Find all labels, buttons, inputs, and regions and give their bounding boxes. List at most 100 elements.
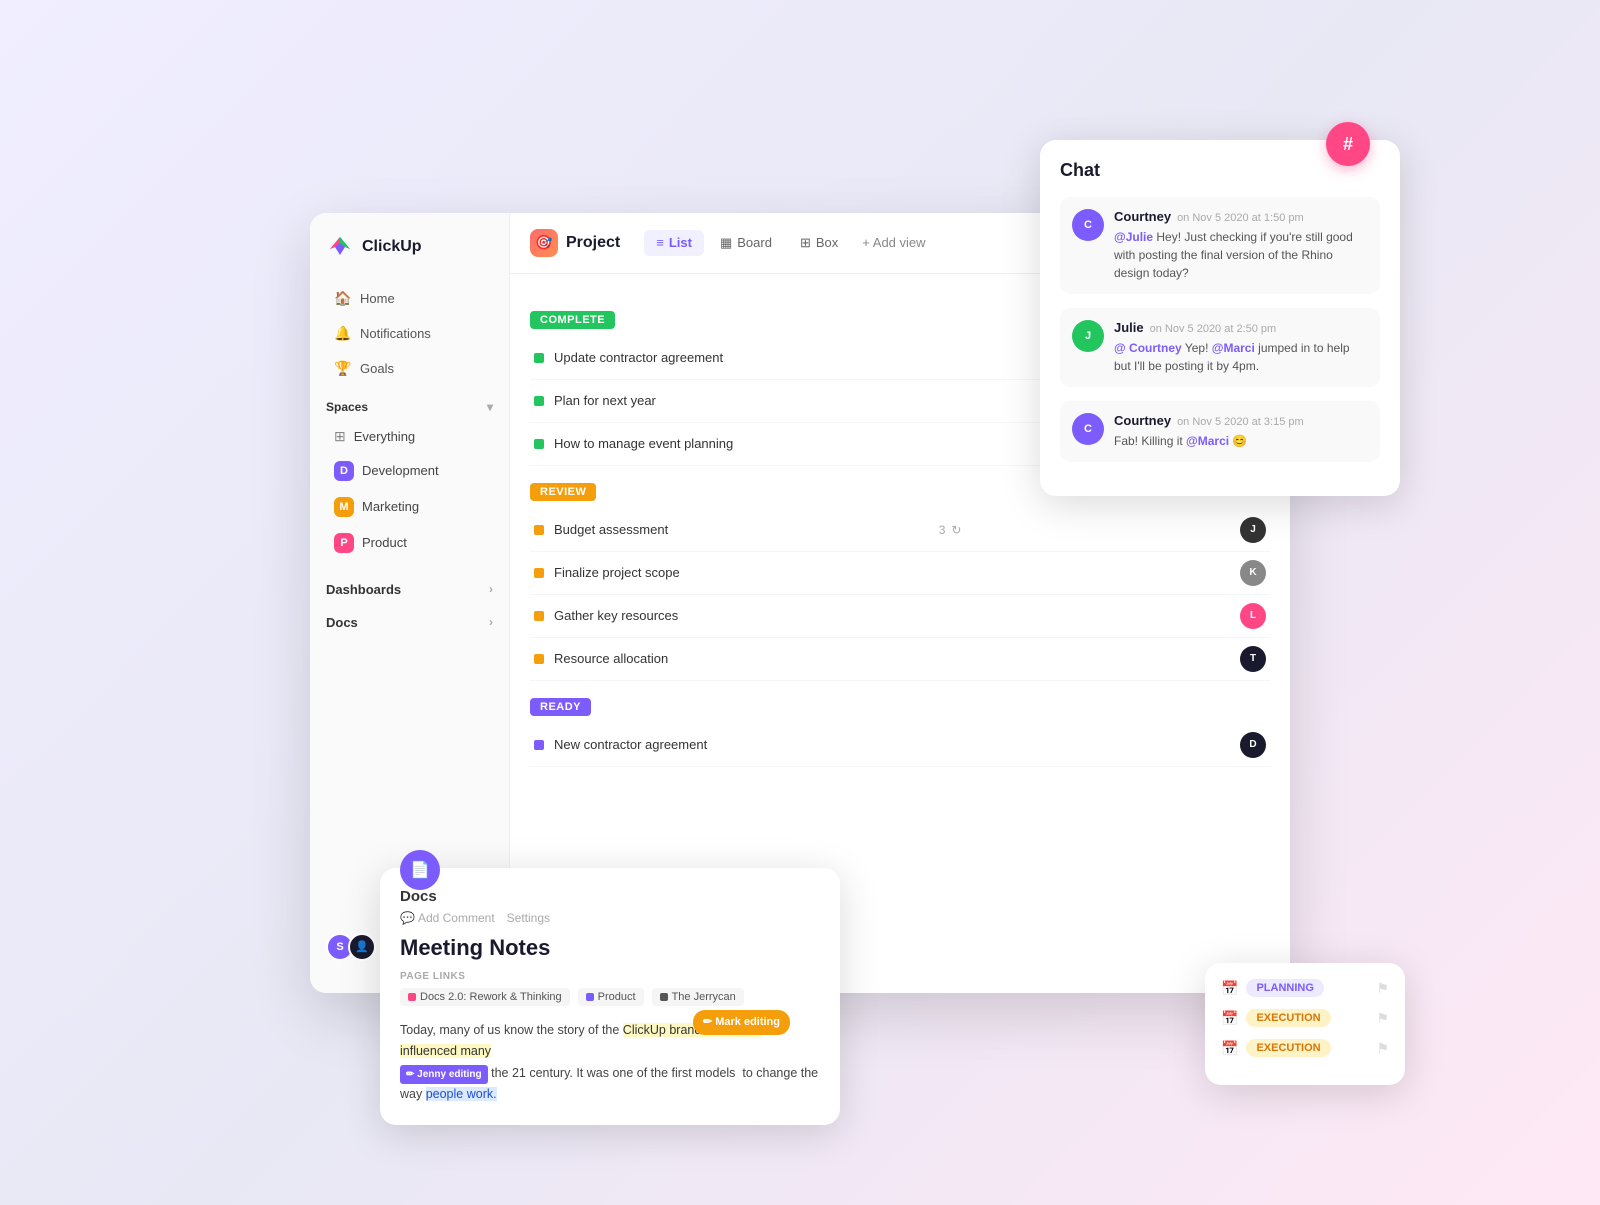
sprint-tag-execution-2[interactable]: EXECUTION [1246,1039,1330,1057]
sprint-panel: 📅 PLANNING ⚑ 📅 EXECUTION ⚑ 📅 EXECUTION ⚑ [1205,963,1405,1085]
task-name: How to manage event planning [554,436,733,451]
dashboards-section[interactable]: Dashboards › [318,573,501,606]
spaces-chevron[interactable]: ▾ [487,400,493,414]
meeting-notes-title: Meeting Notes [400,935,820,961]
task-dot [534,568,544,578]
dashboards-chevron: › [489,582,493,596]
chat-avatar-julie: J [1072,320,1104,352]
task-dot [534,525,544,535]
task-row[interactable]: Finalize project scope K [530,552,1270,595]
chat-text-1: @Julie Hey! Just checking if you're stil… [1114,228,1368,282]
task-avatar: T [1240,646,1266,672]
tab-list[interactable]: ≡ List [644,230,704,256]
tab-list-label: List [669,235,692,250]
marketing-badge: M [334,497,354,517]
chat-content-1: Courtney on Nov 5 2020 at 1:50 pm @Julie… [1114,209,1368,282]
task-meta: 3 ↻ [939,523,962,537]
calendar-icon-1: 📅 [1221,980,1238,997]
nav-goals[interactable]: 🏆 Goals [318,352,501,385]
section-ready: READY New contractor agreement D [530,697,1270,767]
mention-marci: @Marci [1212,341,1255,355]
refresh-icon: ↻ [951,523,961,537]
goals-icon: 🏆 [334,360,350,377]
space-product[interactable]: P Product [318,526,501,560]
highlight-blue: people work. [426,1087,497,1101]
chat-avatar-courtney: C [1072,209,1104,241]
task-row[interactable]: Budget assessment 3 ↻ J [530,509,1270,552]
docs-mark-editing-btn[interactable]: ✏ Mark editing [693,1010,790,1035]
docs-panel-title: Docs [400,888,820,905]
chat-content-2: Julie on Nov 5 2020 at 2:50 pm @ Courtne… [1114,320,1368,375]
tab-box-label: Box [816,235,838,250]
chat-message-3: C Courtney on Nov 5 2020 at 3:15 pm Fab!… [1060,401,1380,462]
chat-avatar-courtney-2: C [1072,413,1104,445]
add-view-button[interactable]: + Add view [854,230,933,256]
docs-page-links: Docs 2.0: Rework & Thinking Product The … [400,988,820,1006]
app-name: ClickUp [362,238,422,256]
add-view-label: + Add view [862,235,925,250]
spaces-header: Spaces ▾ [310,386,509,420]
add-comment-label: Add Comment [418,911,495,925]
docs-link-3[interactable]: The Jerrycan [652,988,744,1006]
task-row[interactable]: New contractor agreement D [530,724,1270,767]
docs-link-1[interactable]: Docs 2.0: Rework & Thinking [400,988,570,1006]
chat-time-1: on Nov 5 2020 at 1:50 pm [1177,212,1304,224]
nav-notifications-label: Notifications [360,326,431,341]
docs-label: Docs [326,615,358,630]
task-dot [534,353,544,363]
project-info: 🎯 Project [530,229,620,257]
chat-text-3: Fab! Killing it @Marci 😊 [1114,432,1368,450]
link-label-1: Docs 2.0: Rework & Thinking [420,991,562,1003]
settings-action[interactable]: Settings [507,911,550,925]
nav-home[interactable]: 🏠 Home [318,282,501,315]
docs-section[interactable]: Docs › [318,606,501,639]
task-row[interactable]: Resource allocation T [530,638,1270,681]
product-badge: P [334,533,354,553]
space-everything[interactable]: ⊞ Everything [318,421,501,452]
box-icon: ⊞ [800,235,811,251]
review-badge: REVIEW [530,483,596,501]
space-development[interactable]: D Development [318,454,501,488]
sprint-tag-planning[interactable]: PLANNING [1246,979,1323,997]
chat-author-2: Julie [1114,320,1144,335]
mention-marci-2: @Marci [1186,434,1229,448]
chat-message-2: J Julie on Nov 5 2020 at 2:50 pm @ Court… [1060,308,1380,387]
board-icon: ▦ [720,235,732,251]
tab-board-label: Board [737,235,772,250]
sprint-tag-execution-1[interactable]: EXECUTION [1246,1009,1330,1027]
task-dot [534,654,544,664]
tab-box[interactable]: ⊞ Box [788,230,850,256]
sprint-row-2: 📅 EXECUTION ⚑ [1221,1009,1389,1027]
nav-notifications[interactable]: 🔔 Notifications [318,317,501,350]
chat-author-1: Courtney [1114,209,1171,224]
sprint-row-1: 📅 PLANNING ⚑ [1221,979,1389,997]
avatar-user: 👤 [348,933,376,961]
task-row[interactable]: Gather key resources L [530,595,1270,638]
tab-board[interactable]: ▦ Board [708,230,784,256]
task-avatar: J [1240,517,1266,543]
chat-title: Chat [1060,160,1380,181]
docs-panel: 📄 Docs 💬 Add Comment Settings Meeting No… [380,868,840,1125]
docs-chevron: › [489,615,493,629]
project-title: Project [566,234,620,252]
dashboards-label: Dashboards [326,582,401,597]
docs-link-2[interactable]: Product [578,988,644,1006]
avatar-stack: S 👤 [326,933,376,961]
project-icon: 🎯 [530,229,558,257]
nav-home-label: Home [360,291,395,306]
space-marketing-label: Marketing [362,499,419,514]
task-dot [534,439,544,449]
logo: ClickUp [310,233,509,281]
space-marketing[interactable]: M Marketing [318,490,501,524]
add-comment-action[interactable]: 💬 Add Comment [400,911,495,925]
flag-icon-1: ⚑ [1376,980,1389,997]
docs-float-icon: 📄 [400,850,440,890]
task-name: Finalize project scope [554,565,680,580]
section-review: REVIEW Budget assessment 3 ↻ J [530,482,1270,681]
chat-text-2: @ Courtney Yep! @Marci jumped in to help… [1114,339,1368,375]
notifications-icon: 🔔 [334,325,350,342]
mention-julie: @Julie [1114,230,1153,244]
link-label-3: The Jerrycan [672,991,736,1003]
link-label-2: Product [598,991,636,1003]
link-dot-2 [586,993,594,1001]
